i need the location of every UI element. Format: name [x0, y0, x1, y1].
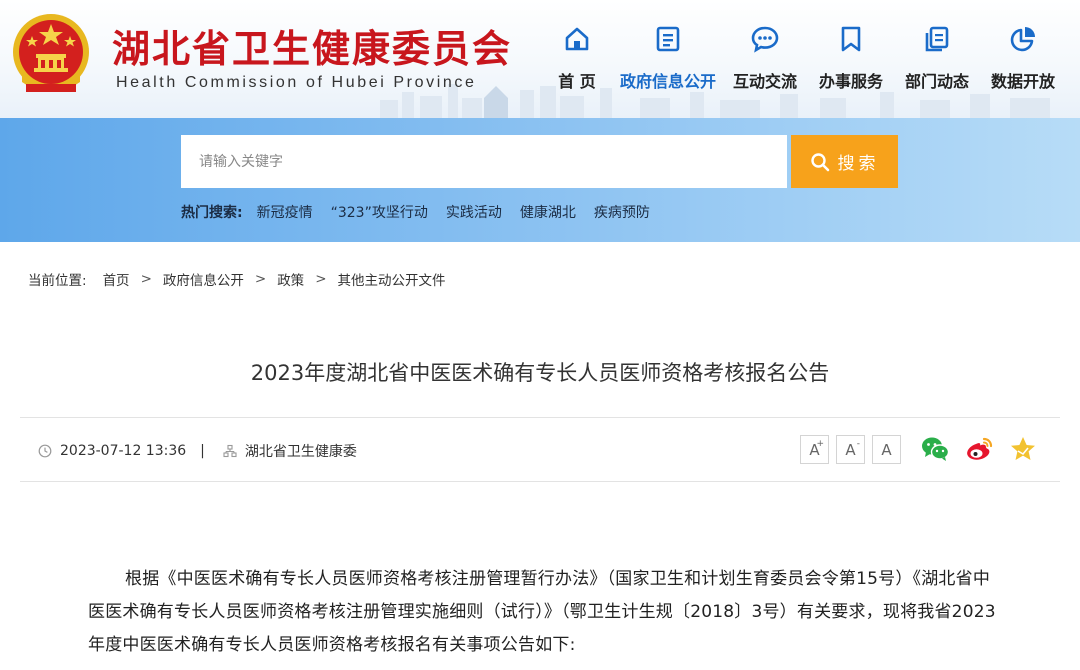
hot-search-link[interactable]: “323”攻坚行动 [331, 202, 428, 222]
breadcrumb-separator: > [254, 271, 267, 287]
breadcrumb-item-policy[interactable]: 政策 [277, 269, 304, 289]
article-source: 湖北省卫生健康委 [244, 444, 357, 460]
site-header: 湖北省卫生健康委员会 Health Commission of Hubei Pr… [0, 0, 1080, 118]
share-bar [920, 434, 1038, 464]
search-button-label: 搜索 [837, 154, 880, 174]
search-band: 搜索 热门搜索: 新冠疫情 “323”攻坚行动 实践活动 健康湖北 疾病预防 [0, 118, 1080, 242]
search-button[interactable]: 搜索 [791, 135, 898, 188]
wechat-icon[interactable] [920, 434, 950, 464]
font-increase-button[interactable]: A + [800, 435, 829, 464]
breadcrumb-item-gov-info[interactable]: 政府信息公开 [163, 269, 244, 289]
article-title: 2023年度湖北省中医医术确有专长人员医师资格考核报名公告 [250, 361, 830, 385]
nav-label: 政府信息公开 [619, 72, 716, 91]
home-icon [565, 27, 589, 51]
breadcrumb-separator: > [140, 271, 152, 287]
nav-label: 数据开放 [990, 72, 1055, 91]
site-subtitle: Health Commission of Hubei Province [116, 74, 477, 91]
nav-item-dept-news[interactable]: 部门动态 [894, 22, 980, 102]
breadcrumb-separator: > [315, 271, 327, 287]
nav-item-interaction[interactable]: 互动交流 [722, 22, 808, 102]
breadcrumb-item-other-files[interactable]: 其他主动公开文件 [338, 269, 446, 289]
article-body-paragraph: 根据《中医医术确有专长人员医师资格考核注册管理暂行办法》（国家卫生和计划生育委员… [88, 569, 996, 655]
font-reset-button[interactable]: A [872, 435, 901, 464]
font-size-controls: A + A- A [800, 435, 901, 464]
nav-item-open-data[interactable]: 数据开放 [980, 22, 1066, 102]
hot-search-link[interactable]: 健康湖北 [520, 202, 576, 222]
source-org-icon [223, 444, 237, 458]
nav-label: 办事服务 [818, 72, 883, 91]
main-nav: 首 页 政府信息公开 互动交流 办事服务 部门动态 数据开放 [540, 22, 1080, 102]
nav-label: 互动交流 [732, 72, 797, 91]
breadcrumb: 当前位置: 首页 > 政府信息公开 > 政策 > 其他主动公开文件 [28, 269, 446, 289]
favorite-star-icon[interactable] [1008, 434, 1038, 464]
breadcrumb-item-home[interactable]: 首页 [103, 269, 130, 289]
hot-search-link[interactable]: 实践活动 [446, 202, 502, 222]
weibo-icon[interactable] [964, 434, 994, 464]
clock-icon [38, 444, 52, 458]
news-copy-icon [925, 26, 949, 52]
meta-divider [20, 481, 1060, 482]
nav-item-services[interactable]: 办事服务 [808, 22, 894, 102]
national-emblem-logo [13, 14, 89, 92]
breadcrumb-label: 当前位置: [28, 273, 87, 289]
chat-bubble-icon [751, 26, 779, 53]
nav-label: 首 页 [558, 72, 596, 91]
meta-separator: | [200, 443, 205, 459]
publish-datetime: 2023-07-12 13:36 [60, 443, 187, 459]
hot-search-link[interactable]: 新冠疫情 [257, 202, 313, 222]
pie-chart-icon [1010, 27, 1035, 52]
site-title: 湖北省卫生健康委员会 [112, 27, 513, 71]
bookmark-icon [841, 26, 861, 52]
hot-search: 热门搜索: 新冠疫情 “323”攻坚行动 实践活动 健康湖北 疾病预防 [181, 202, 668, 222]
hot-search-link[interactable]: 疾病预防 [594, 202, 650, 222]
nav-item-gov-info[interactable]: 政府信息公开 [614, 22, 722, 102]
article-meta: 2023-07-12 13:36 | 湖北省卫生健康委 [38, 441, 357, 461]
document-list-icon [656, 26, 680, 52]
title-divider [20, 417, 1060, 418]
nav-label: 部门动态 [904, 72, 969, 91]
search-input[interactable] [181, 135, 787, 188]
search-icon [810, 152, 829, 171]
font-decrease-button[interactable]: A- [836, 435, 865, 464]
nav-item-home[interactable]: 首 页 [540, 22, 614, 102]
hot-search-title: 热门搜索: [181, 205, 243, 221]
